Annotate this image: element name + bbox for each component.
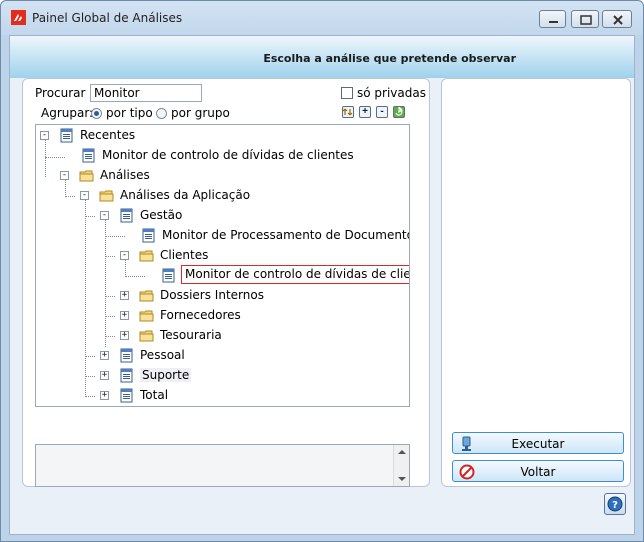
- tree-node-label: Análises: [100, 168, 150, 182]
- tree-node-label: Monitor de Processamento de Documentos: [162, 228, 410, 242]
- collapse-node-icon[interactable]: -: [120, 251, 129, 260]
- group-by-type-radio[interactable]: [91, 108, 102, 119]
- tree-node[interactable]: + Tesouraria: [36, 326, 406, 346]
- tree-node-label: Tesouraria: [160, 328, 222, 342]
- search-input[interactable]: [90, 84, 202, 102]
- tree-node[interactable]: - Recentes: [36, 126, 406, 146]
- collapse-node-icon[interactable]: -: [40, 131, 49, 140]
- description-scrollbar[interactable]: [393, 445, 409, 486]
- app-logo-icon: [11, 10, 26, 25]
- report-icon: [60, 128, 73, 143]
- minus-icon: -: [380, 106, 384, 117]
- report-icon: [120, 208, 133, 223]
- collapse-node-icon[interactable]: -: [80, 191, 89, 200]
- group-by-label: Agrupar:: [41, 106, 94, 120]
- report-icon: [120, 368, 133, 383]
- expand-node-icon[interactable]: +: [100, 391, 109, 400]
- tree-node[interactable]: Monitor de controlo de dívidas de client…: [36, 265, 409, 286]
- tree-node[interactable]: Monitor de Processamento de Documentos: [36, 226, 409, 246]
- instruction-text: Escolha a análise que pretende observar: [263, 52, 516, 65]
- tree-node[interactable]: - Clientes: [36, 246, 406, 266]
- close-icon: [613, 15, 623, 25]
- tree-node[interactable]: + Dossiers Internos: [36, 286, 406, 306]
- folder-icon: [79, 170, 94, 182]
- tree-node-label: Monitor de controlo de dívidas de client…: [102, 148, 354, 162]
- analysis-panel-window: Painel Global de Análises Escolha a anál…: [0, 0, 644, 542]
- tree-node[interactable]: - Gestão: [36, 206, 406, 226]
- tree-node-label: Suporte: [140, 368, 192, 382]
- scroll-down-icon[interactable]: [398, 477, 406, 481]
- tree-node[interactable]: - Análises: [36, 166, 406, 186]
- tree-node-label: Análises da Aplicação: [120, 188, 251, 202]
- tree-node[interactable]: - Análises da Aplicação: [36, 186, 406, 206]
- folder-icon: [99, 190, 114, 202]
- expand-node-icon[interactable]: +: [100, 371, 109, 380]
- actions-panel: Executar Voltar: [441, 78, 631, 487]
- folder-icon: [139, 310, 154, 322]
- window-client-area: Escolha a análise que pretende observar …: [9, 35, 635, 535]
- group-by-group-radio[interactable]: [156, 108, 167, 119]
- folder-icon: [139, 330, 154, 342]
- back-button[interactable]: Voltar: [452, 460, 624, 482]
- title-bar[interactable]: Painel Global de Análises: [1, 1, 643, 35]
- header-band: Escolha a análise que pretende observar: [10, 36, 634, 78]
- minimize-icon: [549, 21, 558, 23]
- tree-node-label: Recentes: [80, 128, 136, 142]
- analysis-browser-panel: Procurar : só privadas Agrupar: por tipo…: [22, 78, 430, 487]
- sort-icon: [342, 108, 353, 116]
- tree-node-label: Dossiers Internos: [160, 288, 264, 302]
- expand-all-button[interactable]: +: [359, 106, 371, 118]
- close-button[interactable]: [602, 10, 632, 28]
- expand-node-icon[interactable]: +: [120, 311, 129, 320]
- execute-label: Executar: [511, 437, 565, 451]
- report-icon: [120, 348, 133, 363]
- analysis-tree[interactable]: - Recentes Monitor de controlo de dívidas …: [35, 124, 410, 407]
- collapse-node-icon[interactable]: -: [60, 171, 69, 180]
- help-button[interactable]: ?: [604, 493, 626, 515]
- tree-node-label: Clientes: [160, 248, 209, 262]
- folder-icon: [139, 290, 154, 302]
- collapse-node-icon[interactable]: -: [100, 211, 109, 220]
- refresh-icon: [395, 105, 403, 116]
- private-only-label: só privadas: [357, 86, 426, 100]
- report-icon: [162, 268, 175, 283]
- minimize-button[interactable]: [539, 10, 566, 28]
- tree-node[interactable]: + Fornecedores: [36, 306, 406, 326]
- back-label: Voltar: [520, 465, 556, 479]
- tree-node[interactable]: + Suporte: [36, 366, 406, 386]
- analysis-description-box[interactable]: [35, 444, 410, 487]
- sort-button[interactable]: [342, 106, 354, 118]
- svg-text:?: ?: [612, 500, 618, 511]
- help-icon: ?: [607, 496, 623, 512]
- execute-button[interactable]: Executar: [452, 432, 624, 454]
- maximize-icon: [580, 15, 592, 25]
- collapse-all-button[interactable]: -: [376, 106, 388, 118]
- group-by-type-label: por tipo: [106, 106, 153, 120]
- group-by-group-label: por grupo: [171, 106, 230, 120]
- report-icon: [142, 228, 155, 243]
- private-only-checkbox[interactable]: [341, 87, 353, 99]
- report-icon: [82, 148, 95, 163]
- folder-icon: [139, 250, 154, 262]
- tree-node-label: Fornecedores: [160, 308, 241, 322]
- tree-node-label: Total: [140, 388, 169, 402]
- expand-node-icon[interactable]: +: [120, 291, 129, 300]
- report-icon: [120, 388, 133, 403]
- plus-icon: +: [362, 106, 368, 117]
- tree-node[interactable]: + Pessoal: [36, 346, 406, 366]
- tree-node-label: Pessoal: [140, 348, 185, 362]
- expand-node-icon[interactable]: +: [120, 331, 129, 340]
- tree-node[interactable]: Monitor de controlo de dívidas de client…: [36, 146, 406, 166]
- scroll-up-icon[interactable]: [398, 450, 406, 454]
- search-label: Procurar :: [35, 86, 94, 100]
- maximize-button[interactable]: [571, 10, 599, 28]
- expand-node-icon[interactable]: +: [100, 351, 109, 360]
- window-title: Painel Global de Análises: [32, 11, 183, 25]
- refresh-button[interactable]: [393, 105, 405, 118]
- tree-node[interactable]: + Total: [36, 386, 406, 406]
- selected-tree-node-label: Monitor de controlo de dívidas de client…: [181, 265, 409, 284]
- tree-node-label: Gestão: [140, 208, 183, 222]
